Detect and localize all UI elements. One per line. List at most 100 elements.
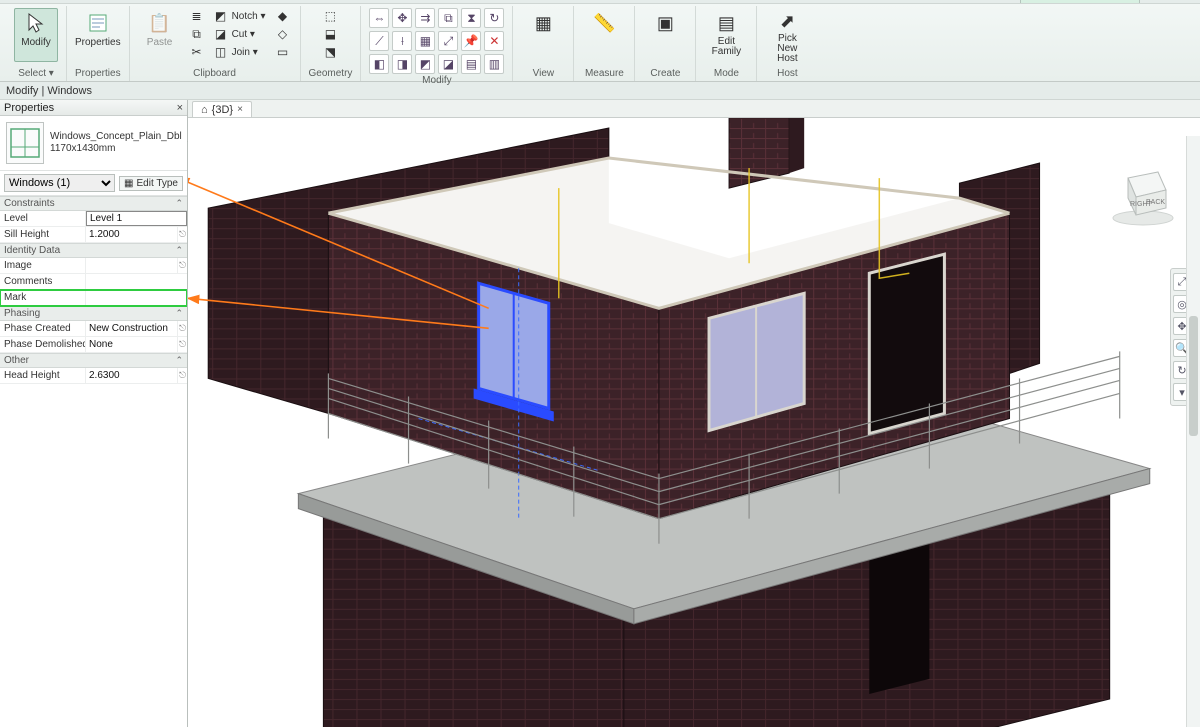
edit-family-label: Edit Family xyxy=(712,37,741,57)
row-sill-height[interactable]: Sill Height 1.2000 ⎋ xyxy=(0,227,187,243)
tool-rotate[interactable]: ↻ xyxy=(484,8,504,28)
notch-button[interactable]: ◩Notch ▾ xyxy=(212,8,268,24)
vertical-scrollbar[interactable] xyxy=(1186,136,1200,727)
cut-button[interactable]: ◪Cut ▾ xyxy=(212,26,268,42)
tool-m3[interactable]: ◩ xyxy=(415,54,435,74)
view-icon: ▦ xyxy=(531,11,555,35)
row-head-height[interactable]: Head Height 2.6300 ⎋ xyxy=(0,368,187,384)
row-comments[interactable]: Comments xyxy=(0,274,187,290)
tool-m1[interactable]: ◧ xyxy=(369,54,389,74)
tool-offset[interactable]: ⇉ xyxy=(415,8,435,28)
scrollbar-thumb[interactable] xyxy=(1189,316,1198,436)
row-mark[interactable]: Mark xyxy=(0,290,187,306)
copy-icon: ⧉ xyxy=(190,27,204,41)
modify-button[interactable]: Modify xyxy=(14,8,58,62)
tool-m6[interactable]: ▥ xyxy=(484,54,504,74)
panel-clipboard: 📋 Paste ≣ ⧉ ✂ ◩Notch ▾ ◪Cut ▾ ◫Join ▾ ◆ … xyxy=(130,6,301,81)
tool-array[interactable]: ▦ xyxy=(415,31,435,51)
view-tab-3d[interactable]: ⌂ {3D} × xyxy=(192,101,252,117)
group-phasing[interactable]: Phasing⌃ xyxy=(0,306,187,321)
paste-button[interactable]: 📋 Paste xyxy=(138,8,182,62)
sm-btn-clip[interactable]: ✂ xyxy=(188,44,206,60)
geom-b3[interactable]: ⬔ xyxy=(321,44,339,60)
group-identity[interactable]: Identity Data⌃ xyxy=(0,243,187,258)
instance-filter-row: Windows (1) ▦ Edit Type xyxy=(0,171,187,196)
sm-btn-g3[interactable]: ▭ xyxy=(274,44,292,60)
context-bar: Modify | Windows xyxy=(0,82,1200,100)
type-name[interactable]: Windows_Concept_Plain_Dbl 1170x1430mm xyxy=(50,131,182,155)
sill-height-value[interactable]: 1.2000 xyxy=(86,227,177,242)
tool-m4[interactable]: ◪ xyxy=(438,54,458,74)
properties-panel-header[interactable]: Properties × xyxy=(0,100,187,116)
head-height-value[interactable]: 2.6300 xyxy=(86,368,177,383)
sm-btn-copy[interactable]: ⧉ xyxy=(188,26,206,42)
panel-label-properties: Properties xyxy=(75,67,121,81)
phase-demolished-value[interactable]: None xyxy=(86,337,177,352)
pick-host-label: Pick New Host xyxy=(766,34,808,64)
panel-label-measure: Measure xyxy=(582,67,626,81)
geom-b2[interactable]: ⬓ xyxy=(321,26,339,42)
phase-created-value[interactable]: New Construction xyxy=(86,321,177,336)
tool-m2[interactable]: ◨ xyxy=(392,54,412,74)
anchor-icon[interactable]: ⎋ xyxy=(177,258,187,273)
chevron-icon: ⌃ xyxy=(175,245,183,256)
panel-label-view: View xyxy=(521,67,565,81)
ribbon: Modify Select ▾ Properties Properties 📋 … xyxy=(0,4,1200,82)
panel-measure: 📏 Measure xyxy=(574,6,635,81)
tool-move[interactable]: ✥ xyxy=(392,8,412,28)
tool-delete[interactable]: ✕ xyxy=(484,31,504,51)
edit-type-button[interactable]: ▦ Edit Type xyxy=(119,176,183,191)
anchor-icon[interactable]: ⎋ xyxy=(177,368,187,383)
tool-mirror[interactable]: ⧗ xyxy=(461,8,481,28)
modify-tools-grid: ⇔ ✥ ⇉ ⧉ ⧗ ↻ ⟋ ⟊ ▦ ⤢ 📌 ✕ ◧ ◨ ◩ ◪ ▤ ▥ xyxy=(369,8,504,74)
tool-m5[interactable]: ▤ xyxy=(461,54,481,74)
tool-trim[interactable]: ⟋ xyxy=(369,31,389,51)
level-value[interactable]: Level 1 xyxy=(86,211,187,226)
contextual-tab-modify-windows[interactable] xyxy=(1020,0,1140,3)
row-phase-created[interactable]: Phase Created New Construction ⎋ xyxy=(0,321,187,337)
group-other[interactable]: Other⌃ xyxy=(0,353,187,368)
comments-value[interactable] xyxy=(86,274,187,289)
join-button[interactable]: ◫Join ▾ xyxy=(212,44,268,60)
properties-close-icon[interactable]: × xyxy=(177,102,183,114)
tool-copy[interactable]: ⧉ xyxy=(438,8,458,28)
anchor-icon[interactable]: ⎋ xyxy=(177,337,187,352)
modify-label: Modify xyxy=(21,37,50,48)
properties-grid: Constraints⌃ Level Level 1 Sill Height 1… xyxy=(0,196,187,727)
tool-split[interactable]: ⟊ xyxy=(392,31,412,51)
mark-value[interactable] xyxy=(86,290,187,305)
3d-canvas[interactable]: RIGHT BACK ⤢ ◎ ✥ 🔍 ↻ ▾ xyxy=(188,118,1200,727)
sm-btn-match[interactable]: ≣ xyxy=(188,8,206,24)
sm-btn-g2[interactable]: ◇ xyxy=(274,26,292,42)
create-button[interactable]: ▣ xyxy=(643,8,687,62)
tool-align[interactable]: ⇔ xyxy=(369,8,389,28)
view-cube[interactable]: RIGHT BACK xyxy=(1108,160,1178,230)
anchor-icon[interactable]: ⎋ xyxy=(177,227,187,242)
sm-btn-g1[interactable]: ◆ xyxy=(274,8,292,24)
type-selector[interactable]: Windows_Concept_Plain_Dbl 1170x1430mm ▾ xyxy=(0,116,187,171)
cursor-icon xyxy=(24,11,48,35)
pick-new-host-button[interactable]: ⬈ Pick New Host xyxy=(765,8,809,62)
row-phase-demolished[interactable]: Phase Demolished None ⎋ xyxy=(0,337,187,353)
tool-scale[interactable]: ⤢ xyxy=(438,31,458,51)
panel-mode: ▤ Edit Family Mode xyxy=(696,6,757,81)
context-bar-text: Modify | Windows xyxy=(6,85,92,97)
type-thumbnail xyxy=(6,122,44,164)
paste-label: Paste xyxy=(147,37,173,48)
clipboard-icon: 📋 xyxy=(148,11,172,35)
group-constraints[interactable]: Constraints⌃ xyxy=(0,196,187,211)
edit-family-button[interactable]: ▤ Edit Family xyxy=(704,8,748,62)
row-level[interactable]: Level Level 1 xyxy=(0,211,187,227)
view-tab-close-icon[interactable]: × xyxy=(237,104,243,115)
geom-b1[interactable]: ⬚ xyxy=(321,8,339,24)
tool-pin[interactable]: 📌 xyxy=(461,31,481,51)
properties-icon xyxy=(86,11,110,35)
row-image[interactable]: Image ⎋ xyxy=(0,258,187,274)
image-value[interactable] xyxy=(86,258,177,273)
measure-button[interactable]: 📏 xyxy=(582,8,626,62)
anchor-icon[interactable]: ⎋ xyxy=(177,321,187,336)
instance-filter-select[interactable]: Windows (1) xyxy=(4,174,115,192)
view-button[interactable]: ▦ xyxy=(521,8,565,62)
properties-button[interactable]: Properties xyxy=(76,8,120,62)
3d-scene xyxy=(188,118,1200,727)
